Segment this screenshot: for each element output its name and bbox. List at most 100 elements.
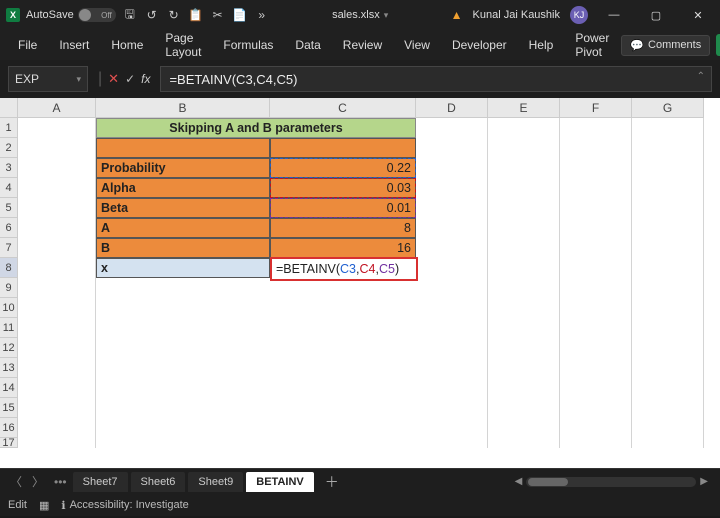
paste-icon[interactable]: 📄	[232, 7, 248, 23]
user-name-label: Kunal Jai Kaushik	[473, 9, 560, 21]
col-header-d[interactable]: D	[416, 98, 488, 118]
cell-b2[interactable]	[96, 138, 270, 158]
tab-power-pivot[interactable]: Power Pivot	[565, 27, 619, 63]
worksheet: 1 2 3 4 5 6 7 8 9 10 11 12 13 14 15 16 1…	[0, 98, 720, 468]
cell-b7[interactable]: B	[96, 238, 270, 258]
cell-b5[interactable]: Beta	[96, 198, 270, 218]
cancel-icon[interactable]: ✕	[108, 71, 119, 87]
ribbon-tabs: File Insert Home Page Layout Formulas Da…	[0, 30, 720, 60]
col-header-a[interactable]: A	[18, 98, 96, 118]
sheet-tab-sheet7[interactable]: Sheet7	[73, 472, 128, 492]
cell-c5[interactable]: 0.01	[270, 198, 416, 218]
redo-icon[interactable]: ↻	[166, 7, 182, 23]
tab-formulas[interactable]: Formulas	[213, 34, 283, 56]
filename-label[interactable]: sales.xlsx	[332, 9, 380, 21]
more-icon[interactable]: »	[254, 7, 270, 23]
minimize-button[interactable]: —	[598, 6, 630, 24]
column-headers: A B C D E F G	[18, 98, 720, 118]
sheet-tab-sheet9[interactable]: Sheet9	[188, 472, 243, 492]
sheet-tab-betainv[interactable]: BETAINV	[246, 472, 313, 492]
tab-file[interactable]: File	[8, 34, 47, 56]
scroll-thumb[interactable]	[528, 478, 568, 486]
row-header-1[interactable]: 1	[0, 118, 18, 138]
add-sheet-button[interactable]: ＋	[317, 472, 347, 492]
cell-b8[interactable]: x	[96, 258, 270, 278]
undo-icon[interactable]: ↺	[144, 7, 160, 23]
tab-nav-prev[interactable]: 〈	[6, 473, 26, 490]
cell-c8-formula[interactable]: =BETAINV(C3,C4,C5)	[270, 257, 418, 281]
tab-data[interactable]: Data	[285, 34, 330, 56]
row-header-7[interactable]: 7	[0, 238, 18, 258]
tab-review[interactable]: Review	[333, 34, 392, 56]
row-header-6[interactable]: 6	[0, 218, 18, 238]
row-header-4[interactable]: 4	[0, 178, 18, 198]
divider: |	[98, 70, 102, 88]
tab-insert[interactable]: Insert	[49, 34, 99, 56]
clipboard-icon[interactable]: 📋	[188, 7, 204, 23]
tab-developer[interactable]: Developer	[442, 34, 517, 56]
col-header-f[interactable]: F	[560, 98, 632, 118]
tab-page-layout[interactable]: Page Layout	[155, 27, 211, 63]
cell-b6[interactable]: A	[96, 218, 270, 238]
cell-c7[interactable]: 16	[270, 238, 416, 258]
avatar[interactable]: KJ	[570, 6, 588, 24]
filename-dropdown-icon[interactable]: ▾	[384, 10, 389, 21]
row-header-12[interactable]: 12	[0, 338, 18, 358]
row-header-11[interactable]: 11	[0, 318, 18, 338]
cell-c6[interactable]: 8	[270, 218, 416, 238]
toggle-off-icon[interactable]: Off	[78, 8, 116, 22]
accessibility-status[interactable]: ℹ Accessibility: Investigate	[61, 499, 188, 512]
row-header-14[interactable]: 14	[0, 378, 18, 398]
scroll-right-icon[interactable]: ▶	[698, 476, 710, 487]
cut-icon[interactable]: ✂	[210, 7, 226, 23]
sheet-tab-sheet6[interactable]: Sheet6	[131, 472, 186, 492]
cell-b1c1-title[interactable]: Skipping A and B parameters	[96, 118, 416, 138]
cell-c4[interactable]: 0.03	[270, 178, 416, 198]
row-header-3[interactable]: 3	[0, 158, 18, 178]
row-header-5[interactable]: 5	[0, 198, 18, 218]
tab-view[interactable]: View	[394, 34, 440, 56]
chevron-down-icon[interactable]: ▾	[76, 74, 81, 85]
warning-icon[interactable]: ▲	[451, 8, 463, 22]
row-header-15[interactable]: 15	[0, 398, 18, 418]
col-header-b[interactable]: B	[96, 98, 270, 118]
save-icon[interactable]: 🖫	[122, 7, 138, 23]
formula-input[interactable]: =BETAINV(C3,C4,C5) ⌃	[160, 66, 712, 92]
fx-icon[interactable]: fx	[141, 72, 150, 86]
enter-icon[interactable]: ✓	[125, 72, 135, 86]
row-header-10[interactable]: 10	[0, 298, 18, 318]
col-header-c[interactable]: C	[270, 98, 416, 118]
scroll-track[interactable]	[526, 477, 696, 487]
tab-nav-next[interactable]: 〉	[28, 473, 48, 490]
name-box[interactable]: EXP ▾	[8, 66, 88, 92]
row-header-17[interactable]: 17	[0, 438, 18, 448]
row-header-2[interactable]: 2	[0, 138, 18, 158]
scroll-left-icon[interactable]: ◀	[513, 476, 525, 487]
row-header-16[interactable]: 16	[0, 418, 18, 438]
tab-help[interactable]: Help	[519, 34, 564, 56]
col-header-e[interactable]: E	[488, 98, 560, 118]
cell-grid[interactable]: Skipping A and B parameters Probability …	[18, 118, 720, 468]
autosave-label: AutoSave	[26, 9, 74, 21]
maximize-button[interactable]: ▢	[640, 6, 672, 24]
cell-c3[interactable]: 0.22	[270, 158, 416, 178]
cell-b3[interactable]: Probability	[96, 158, 270, 178]
cell-c2[interactable]	[270, 138, 416, 158]
tab-nav-more[interactable]: •••	[50, 475, 71, 489]
row-header-8[interactable]: 8	[0, 258, 18, 278]
expand-formula-icon[interactable]: ⌃	[697, 71, 705, 82]
comments-button[interactable]: 💬 Comments	[621, 35, 710, 56]
horizontal-scrollbar[interactable]: ◀ ▶	[349, 476, 714, 487]
formula-bar-row: EXP ▾ | ✕ ✓ fx =BETAINV(C3,C4,C5) ⌃	[0, 60, 720, 98]
autosave-toggle[interactable]: AutoSave Off	[26, 8, 116, 22]
col-header-g[interactable]: G	[632, 98, 704, 118]
share-button[interactable]: ↗	[716, 34, 720, 56]
close-button[interactable]: ✕	[682, 6, 714, 24]
row-header-13[interactable]: 13	[0, 358, 18, 378]
cell-b4[interactable]: Alpha	[96, 178, 270, 198]
select-all-corner[interactable]	[0, 98, 18, 118]
tab-home[interactable]: Home	[101, 34, 153, 56]
workbook-stats-icon[interactable]: ▦	[39, 499, 49, 512]
comment-icon: 💬	[630, 39, 644, 52]
row-header-9[interactable]: 9	[0, 278, 18, 298]
